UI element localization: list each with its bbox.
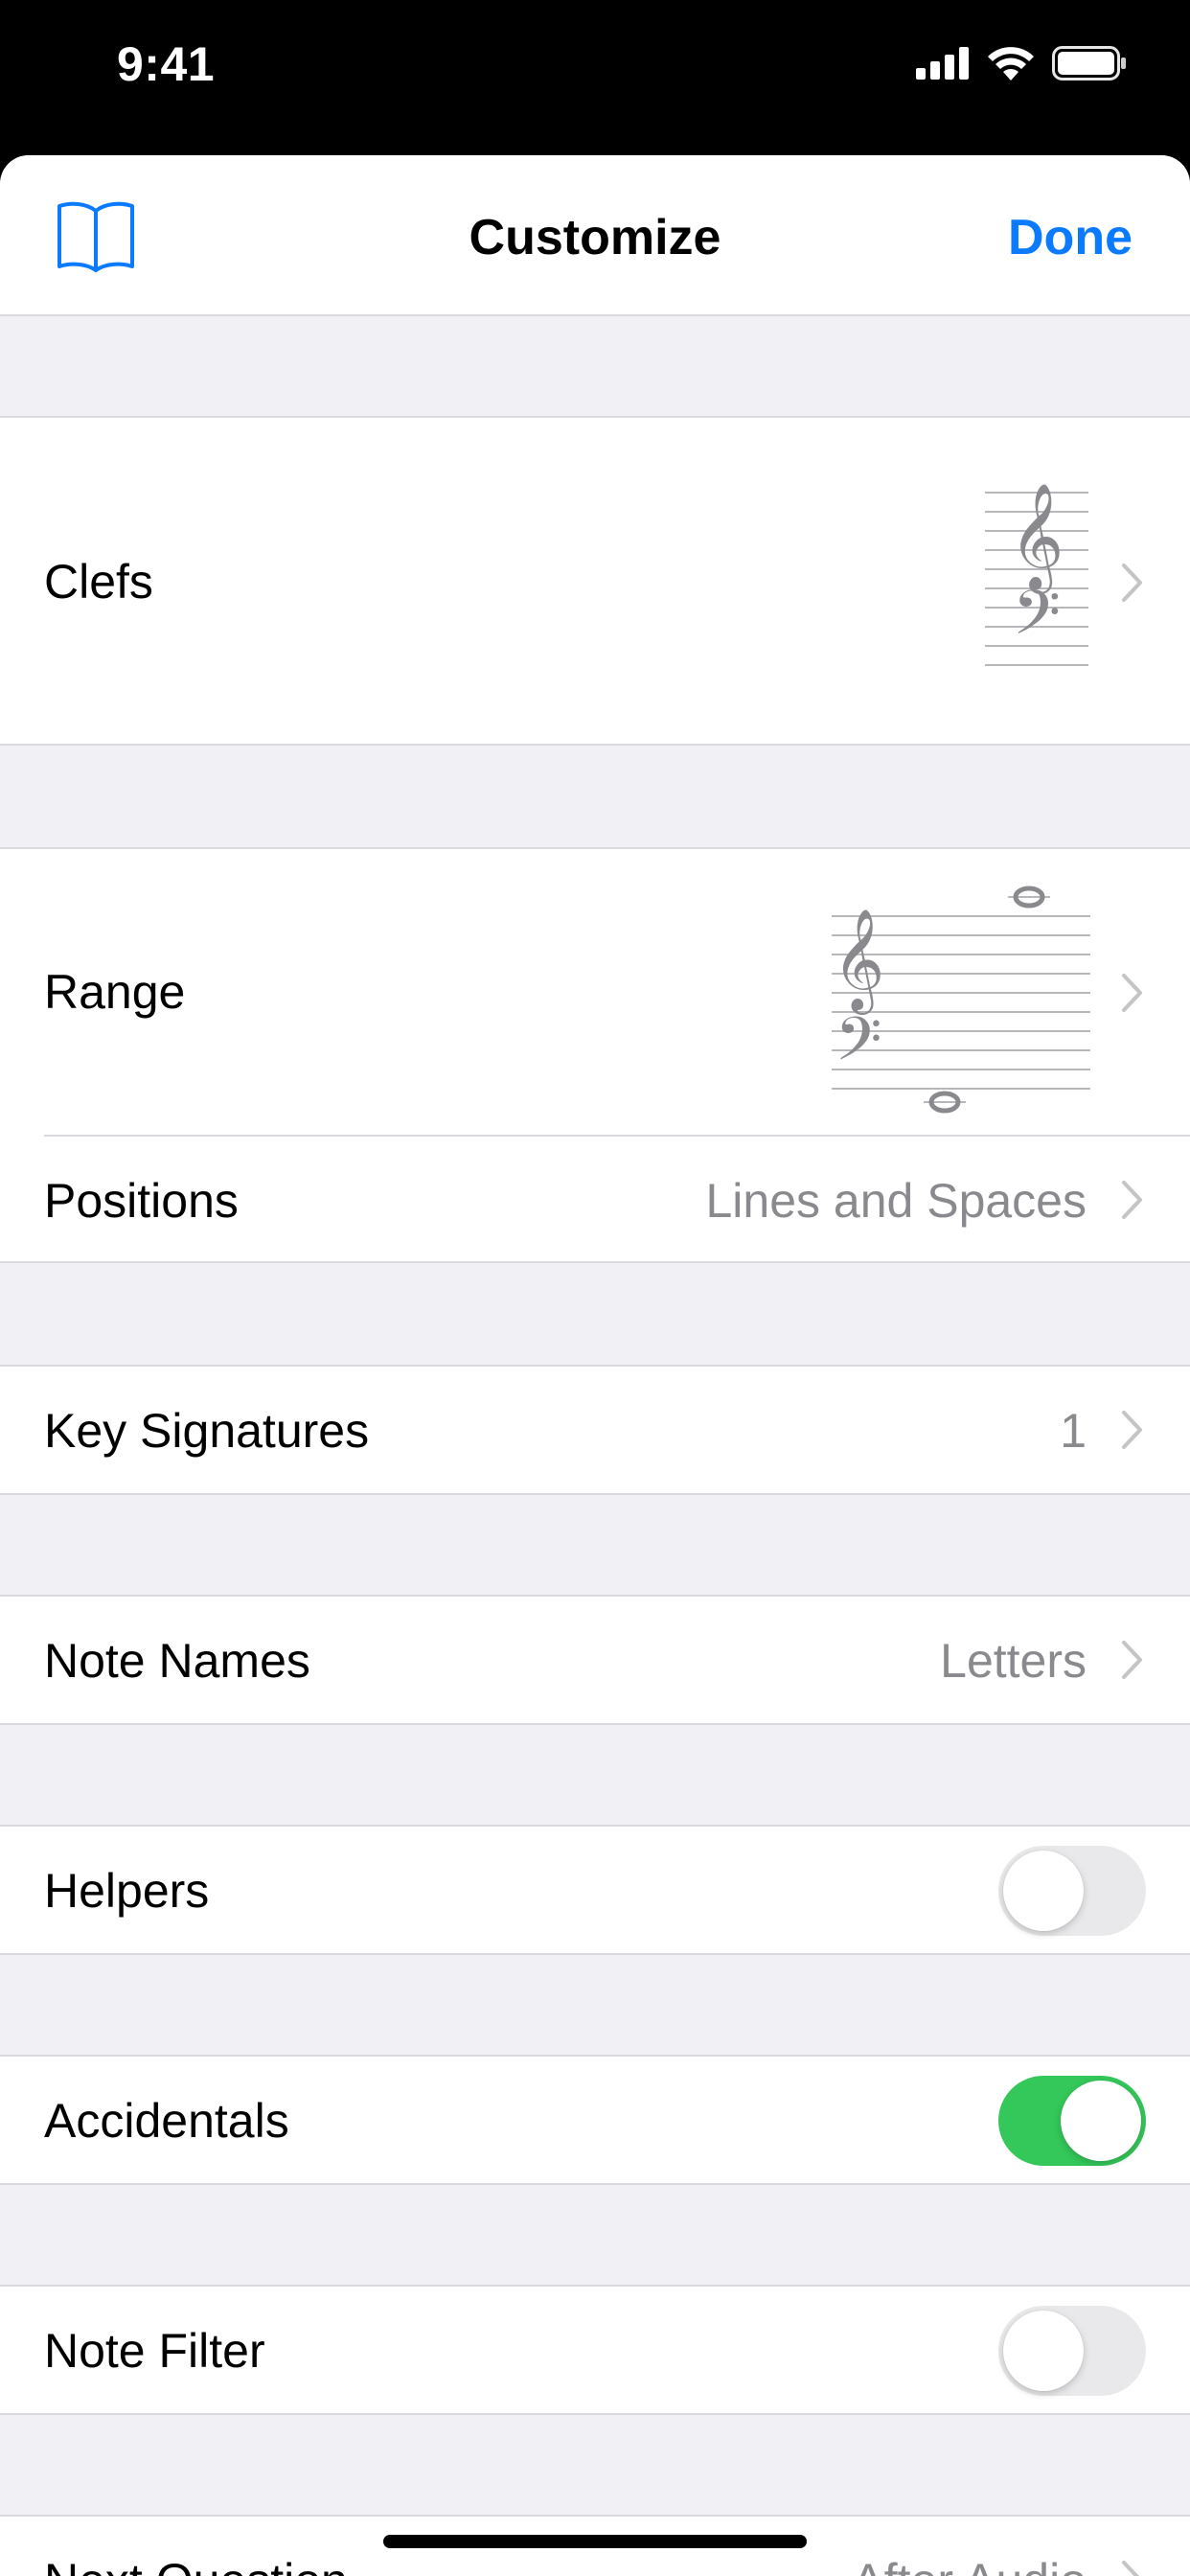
row-helpers-label: Helpers: [44, 1864, 210, 1918]
toggle-knob: [1061, 2081, 1141, 2161]
home-indicator[interactable]: [383, 2535, 807, 2548]
group-range-positions: Range 𝄞 𝄢 Positions Lines and Spaces: [0, 847, 1190, 1263]
chevron-right-icon: [1122, 1411, 1142, 1449]
navigation-bar: Customize Done: [0, 155, 1190, 316]
toggle-knob: [1003, 2311, 1084, 2391]
row-note-filter-label: Note Filter: [44, 2324, 265, 2378]
wifi-icon: [988, 47, 1034, 80]
status-bar: 9:41: [0, 0, 1190, 155]
row-accidentals-label: Accidentals: [44, 2094, 289, 2148]
chevron-right-icon: [1122, 974, 1142, 1012]
status-icons: [916, 42, 1127, 84]
range-preview-icon: 𝄞 𝄢: [832, 886, 1090, 1114]
row-helpers: Helpers: [0, 1825, 1190, 1955]
svg-text:𝄞: 𝄞: [833, 908, 884, 1015]
row-clefs[interactable]: Clefs 𝄞 𝄢: [0, 416, 1190, 746]
svg-text:𝄢: 𝄢: [835, 1003, 882, 1089]
status-time: 9:41: [117, 37, 216, 91]
row-clefs-label: Clefs: [44, 555, 153, 609]
chevron-right-icon: [1122, 1641, 1142, 1679]
row-positions[interactable]: Positions Lines and Spaces: [0, 1137, 1190, 1265]
chevron-right-icon: [1122, 2561, 1139, 2576]
row-positions-label: Positions: [44, 1174, 239, 1228]
row-key-signatures-value: 1: [1060, 1404, 1087, 1458]
svg-text:𝄢: 𝄢: [1013, 578, 1061, 664]
done-button[interactable]: Done: [1008, 209, 1133, 266]
row-accidentals: Accidentals: [0, 2055, 1190, 2185]
row-range-label: Range: [44, 965, 186, 1019]
row-note-names-label: Note Names: [44, 1634, 310, 1688]
row-note-filter: Note Filter: [0, 2285, 1190, 2415]
row-positions-value: Lines and Spaces: [705, 1174, 1087, 1228]
toggle-knob: [1003, 1851, 1084, 1931]
row-note-names-value: Letters: [940, 1634, 1087, 1688]
accidentals-toggle[interactable]: [998, 2076, 1146, 2166]
row-note-names[interactable]: Note Names Letters: [0, 1595, 1190, 1725]
cellular-signal-icon: [916, 47, 969, 80]
chevron-right-icon: [1122, 1181, 1142, 1219]
helpers-toggle[interactable]: [998, 1846, 1146, 1936]
customize-sheet: Customize Done Clefs 𝄞 𝄢 Range 𝄞 𝄢 Posit…: [0, 155, 1190, 2576]
row-key-signatures[interactable]: Key Signatures 1: [0, 1365, 1190, 1495]
clefs-preview-icon: 𝄞 𝄢: [985, 482, 1088, 666]
row-key-signatures-label: Key Signatures: [44, 1404, 370, 1458]
chevron-right-icon: [1122, 564, 1142, 602]
note-filter-toggle[interactable]: [998, 2306, 1146, 2396]
row-next-question-label: Next Question: [44, 2553, 348, 2576]
battery-icon: [1052, 46, 1126, 80]
row-range[interactable]: Range 𝄞 𝄢: [0, 849, 1190, 1135]
row-next-question-value: After Audio: [852, 2553, 1087, 2576]
